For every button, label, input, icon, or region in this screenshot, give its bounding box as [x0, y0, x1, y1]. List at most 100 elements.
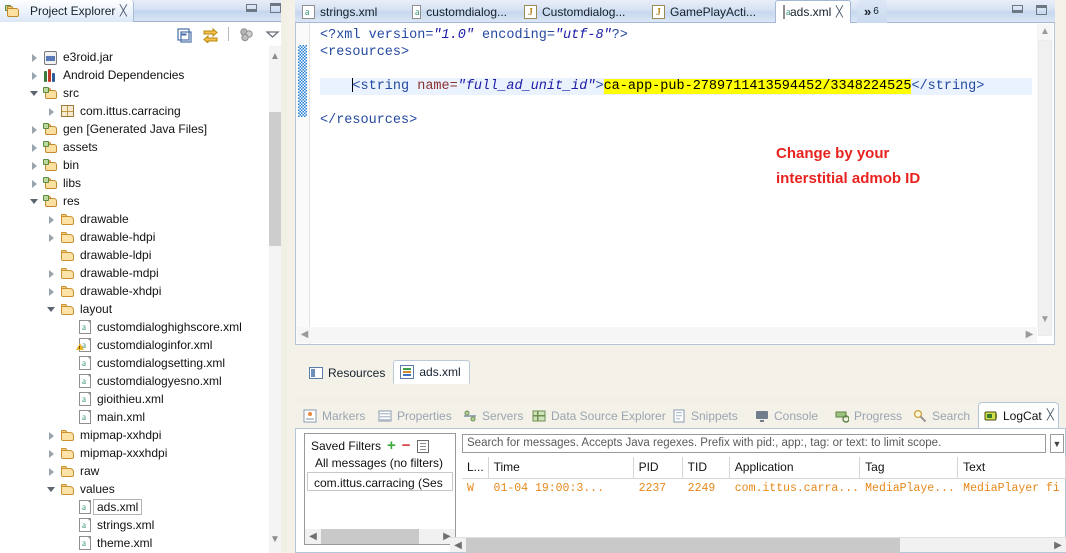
scrollbar-thumb[interactable]: [269, 112, 281, 246]
editor-page-tab-ads-xml[interactable]: ads.xml: [393, 360, 470, 384]
scroll-left-icon[interactable]: ◀: [305, 529, 321, 544]
twisty-collapsed-icon[interactable]: [46, 286, 57, 297]
close-icon[interactable]: ╳: [836, 6, 843, 17]
twisty-collapsed-icon[interactable]: [29, 52, 40, 63]
twisty-collapsed-icon[interactable]: [46, 214, 57, 225]
bottom-tab-data-source-explorer[interactable]: Data Source Explorer: [527, 404, 671, 428]
minimize-icon[interactable]: [246, 4, 257, 12]
filter-icon[interactable]: [238, 26, 255, 43]
tree-item-values[interactable]: values: [0, 480, 271, 498]
tree-item-assets[interactable]: assets: [0, 138, 271, 156]
tree-item-theme-xml[interactable]: theme.xml: [0, 534, 271, 552]
close-icon[interactable]: ╳: [1047, 410, 1054, 420]
editor-tab-strings-xml[interactable]: strings.xml: [295, 0, 399, 23]
tree-item-bin[interactable]: bin: [0, 156, 271, 174]
maximize-icon[interactable]: [1036, 5, 1047, 15]
project-tree[interactable]: e3roid.jar Android Dependencies src com.itt…: [0, 46, 271, 553]
tree-item-res[interactable]: res: [0, 192, 271, 210]
scroll-left-icon[interactable]: ◀: [450, 538, 466, 553]
twisty-collapsed-icon[interactable]: [46, 232, 57, 243]
tree-item-layout[interactable]: layout: [0, 300, 271, 318]
filter-item-all-messages[interactable]: All messages (no filters): [305, 453, 455, 470]
tree-item-raw[interactable]: raw: [0, 462, 271, 480]
bottom-tab-servers[interactable]: Servers: [458, 404, 528, 428]
column-header[interactable]: TID: [682, 457, 730, 478]
tree-item-gen-generated-java-files[interactable]: gen [Generated Java Files]: [0, 120, 271, 138]
twisty-collapsed-icon[interactable]: [46, 106, 57, 117]
remove-filter-icon[interactable]: −: [402, 438, 411, 453]
column-header[interactable]: Text: [958, 457, 1066, 478]
scroll-up-icon[interactable]: ▲: [269, 50, 281, 64]
filters-horizontal-scrollbar[interactable]: ◀ ▶: [305, 529, 455, 544]
scroll-up-icon[interactable]: ▲: [1037, 24, 1053, 39]
bottom-tab-snippets[interactable]: Snippets: [667, 404, 743, 428]
twisty-collapsed-icon[interactable]: [29, 142, 40, 153]
add-filter-icon[interactable]: +: [387, 438, 396, 453]
close-icon[interactable]: ╳: [120, 5, 127, 16]
editor-tab-ads-xml[interactable]: ads.xml ╳: [775, 0, 851, 24]
twisty-expanded-icon[interactable]: [29, 196, 40, 207]
collapse-all-icon[interactable]: [176, 26, 193, 43]
editor-tab-customdialog[interactable]: customdialog...: [405, 0, 515, 23]
twisty-collapsed-icon[interactable]: [46, 466, 57, 477]
scrollbar-thumb[interactable]: [1038, 40, 1052, 336]
twisty-collapsed-icon[interactable]: [29, 124, 40, 135]
tree-item-drawable-xhdpi[interactable]: drawable-xhdpi: [0, 282, 271, 300]
tree-item-customdialogsetting-xml[interactable]: customdialogsetting.xml: [0, 354, 271, 372]
table-row[interactable]: W 01-04 19:00:3... 2237 2249 com.ittus.carra…: [462, 479, 1066, 499]
twisty-collapsed-icon[interactable]: [46, 430, 57, 441]
column-header[interactable]: Application: [729, 457, 861, 478]
tree-item-mipmap-xxhdpi[interactable]: mipmap-xxhdpi: [0, 426, 271, 444]
scroll-down-icon[interactable]: ▼: [269, 533, 281, 547]
tree-item-strings-xml[interactable]: strings.xml: [0, 516, 271, 534]
tab-project-explorer[interactable]: Project Explorer ╳: [0, 0, 134, 22]
project-tree-scrollbar[interactable]: ▲ ▼: [269, 46, 281, 553]
editor-tab-gameplayacti[interactable]: GamePlayActi...: [645, 0, 767, 23]
bottom-tab-console[interactable]: Console: [750, 404, 823, 428]
twisty-collapsed-icon[interactable]: [46, 268, 57, 279]
log-level-dropdown[interactable]: ▼: [1050, 434, 1064, 453]
tree-item-ads-xml[interactable]: ads.xml: [0, 498, 271, 516]
editor-vertical-scrollbar[interactable]: ▲ ▼: [1037, 24, 1053, 336]
twisty-expanded-icon[interactable]: [46, 484, 57, 495]
xml-source[interactable]: <?xml version="1.0" encoding="utf-8"?> <…: [320, 27, 1032, 129]
twisty-collapsed-icon[interactable]: [29, 178, 40, 189]
view-menu-icon[interactable]: [264, 26, 281, 43]
twisty-collapsed-icon[interactable]: [29, 160, 40, 171]
filter-item-app-session[interactable]: com.ittus.carracing (Ses: [307, 472, 453, 491]
bottom-tab-logcat[interactable]: LogCat ╳: [978, 402, 1060, 428]
bottom-tab-progress[interactable]: Progress: [830, 404, 907, 428]
tree-item-libs[interactable]: libs: [0, 174, 271, 192]
editor-page-tab-resources[interactable]: Resources: [303, 362, 393, 384]
tree-item-main-xml[interactable]: main.xml: [0, 408, 271, 426]
tree-item-customdialoghighscore-xml[interactable]: customdialoghighscore.xml: [0, 318, 271, 336]
scrollbar-thumb[interactable]: [466, 538, 900, 553]
twisty-collapsed-icon[interactable]: [29, 70, 40, 81]
tree-item-mipmap-xxxhdpi[interactable]: mipmap-xxxhdpi: [0, 444, 271, 462]
column-header[interactable]: Time: [488, 457, 634, 478]
minimize-icon[interactable]: [1012, 5, 1023, 13]
editor-tab-overflow-button[interactable]: » 6: [857, 0, 887, 23]
bottom-tab-search[interactable]: Search: [908, 404, 975, 428]
logcat-search-input[interactable]: Search for messages. Accepts Java regexe…: [462, 434, 1046, 453]
logcat-horizontal-scrollbar[interactable]: ◀ ▶: [450, 537, 1066, 553]
editor-marker-bar[interactable]: [296, 23, 310, 344]
scroll-down-icon[interactable]: ▼: [1037, 312, 1053, 327]
column-header[interactable]: Tag: [860, 457, 959, 478]
scroll-left-icon[interactable]: ◀: [297, 327, 312, 343]
twisty-expanded-icon[interactable]: [29, 88, 40, 99]
twisty-collapsed-icon[interactable]: [46, 448, 57, 459]
tree-item-src[interactable]: src: [0, 84, 271, 102]
edit-filter-icon[interactable]: [416, 439, 429, 453]
editor-horizontal-scrollbar[interactable]: ◀ ▶: [297, 327, 1037, 343]
column-header[interactable]: PID: [633, 457, 683, 478]
tree-item-customdialoginfor-xml[interactable]: customdialoginfor.xml: [0, 336, 271, 354]
editor-tab-customdialog[interactable]: Customdialog...: [517, 0, 639, 23]
tree-item-gioithieu-xml[interactable]: gioithieu.xml: [0, 390, 271, 408]
scrollbar-thumb[interactable]: [321, 529, 419, 544]
link-with-editor-icon[interactable]: [202, 26, 219, 44]
tree-item-drawable[interactable]: drawable: [0, 210, 271, 228]
tree-item-android-dependencies[interactable]: Android Dependencies: [0, 66, 271, 84]
tree-item-drawable-ldpi[interactable]: drawable-ldpi: [0, 246, 271, 264]
vertical-sash[interactable]: [281, 0, 287, 553]
